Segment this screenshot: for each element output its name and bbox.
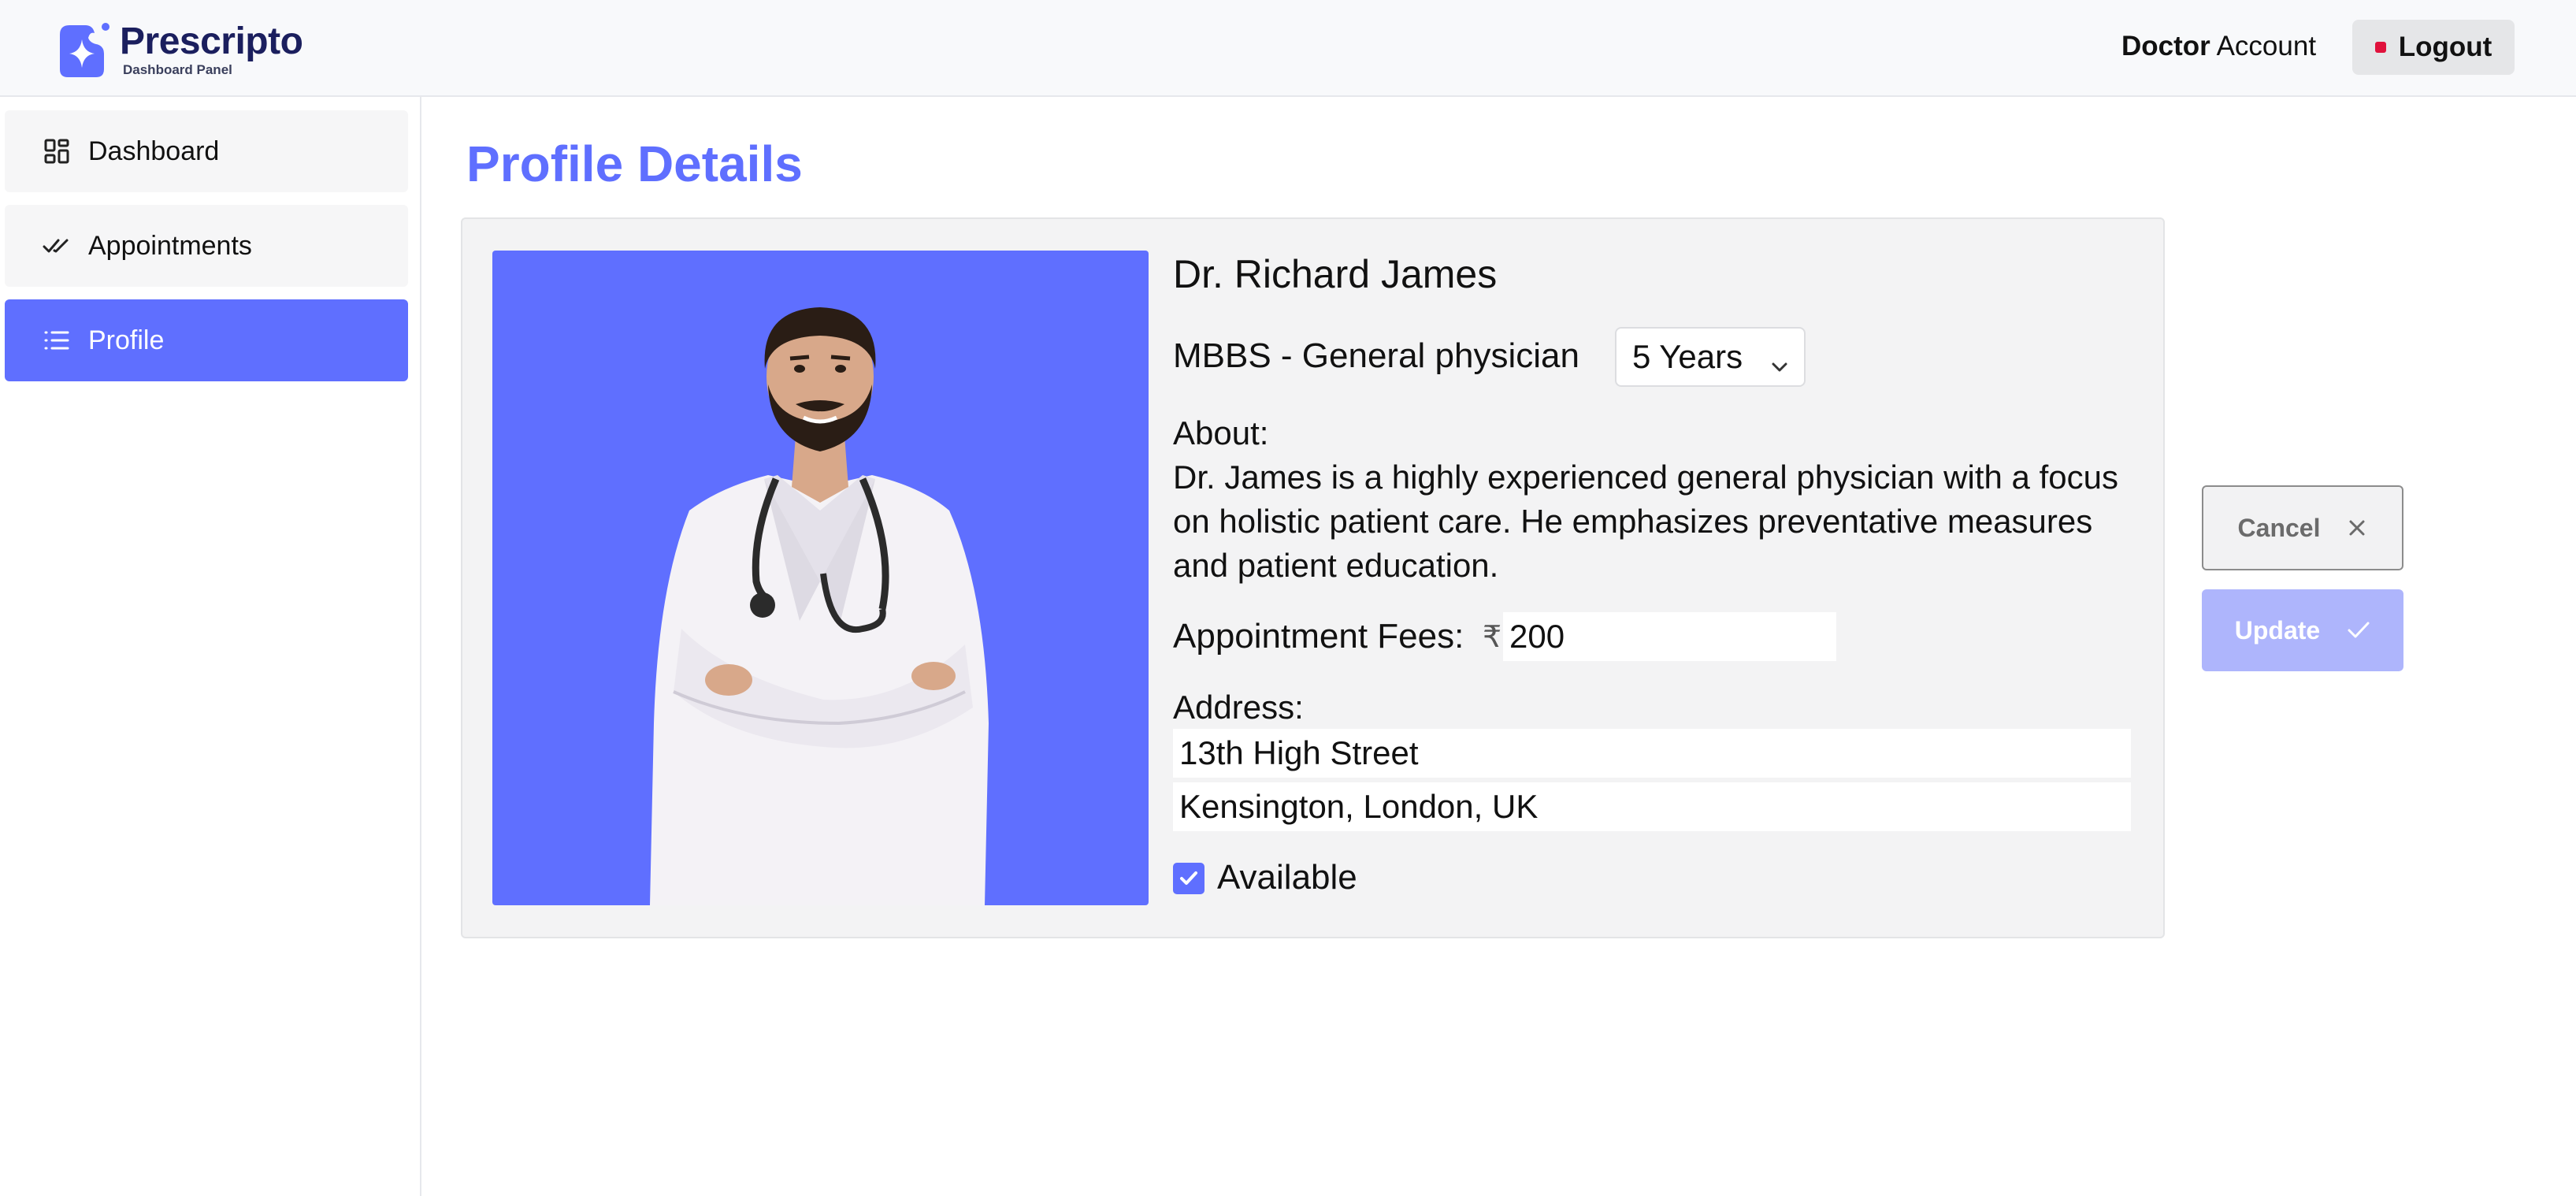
update-label: Update — [2234, 615, 2321, 644]
sidebar-item-appointments[interactable]: Appointments — [5, 205, 408, 287]
experience-value: 5 Years — [1632, 338, 1743, 375]
doctor-illustration — [650, 307, 989, 905]
logo[interactable]: Prescripto Dashboard Panel — [54, 20, 303, 79]
logout-label: Logout — [2398, 32, 2492, 62]
experience-select[interactable]: 5 Years — [1615, 327, 1806, 387]
logout-button[interactable]: Logout — [2352, 20, 2515, 75]
currency-symbol: ₹ — [1483, 621, 1502, 654]
list-icon — [43, 326, 71, 355]
account-role: Doctor — [2121, 31, 2210, 61]
available-checkbox[interactable] — [1173, 863, 1204, 894]
logo-icon — [60, 23, 109, 77]
doctor-degree: MBBS - General physician — [1173, 336, 1579, 375]
account-label: Doctor Account — [2121, 29, 2316, 64]
logo-subtitle: Dashboard Panel — [123, 62, 232, 77]
check-icon — [2347, 620, 2370, 641]
page-title: Profile Details — [466, 136, 803, 192]
sidebar-item-dashboard[interactable]: Dashboard — [5, 110, 408, 192]
doctor-photo — [492, 251, 1149, 905]
check-icon — [1180, 871, 1197, 885]
sidebar: Dashboard Appointments Profile — [0, 97, 421, 1196]
logo-title: Prescripto — [120, 20, 303, 62]
grid-icon — [43, 137, 71, 165]
about-text: Dr. James is a highly experienced genera… — [1173, 459, 2118, 584]
update-button[interactable]: Update — [2202, 589, 2403, 671]
cancel-button[interactable]: Cancel — [2202, 485, 2403, 570]
sidebar-item-profile[interactable]: Profile — [5, 299, 408, 381]
top-header: Prescripto Dashboard Panel Doctor Accoun… — [0, 0, 2576, 97]
sidebar-item-label: Profile — [88, 325, 165, 355]
sidebar-item-label: Appointments — [88, 230, 252, 261]
sidebar-item-label: Dashboard — [88, 136, 220, 166]
about-label: About: — [1173, 414, 1269, 451]
cancel-label: Cancel — [2237, 513, 2321, 542]
double-check-icon — [43, 232, 71, 260]
fees-label: Appointment Fees: — [1173, 617, 1464, 656]
fees-input[interactable] — [1503, 612, 1836, 661]
available-label: Available — [1217, 858, 1357, 897]
address-line1-input[interactable] — [1173, 729, 2131, 778]
chevron-down-icon — [1769, 347, 1790, 385]
doctor-name: Dr. Richard James — [1173, 252, 1498, 296]
account-suffix: Account — [2210, 31, 2317, 61]
address-label: Address: — [1173, 689, 1304, 726]
close-icon — [2347, 518, 2367, 538]
logout-dot-icon — [2374, 42, 2386, 53]
address-line2-input[interactable] — [1173, 782, 2131, 831]
